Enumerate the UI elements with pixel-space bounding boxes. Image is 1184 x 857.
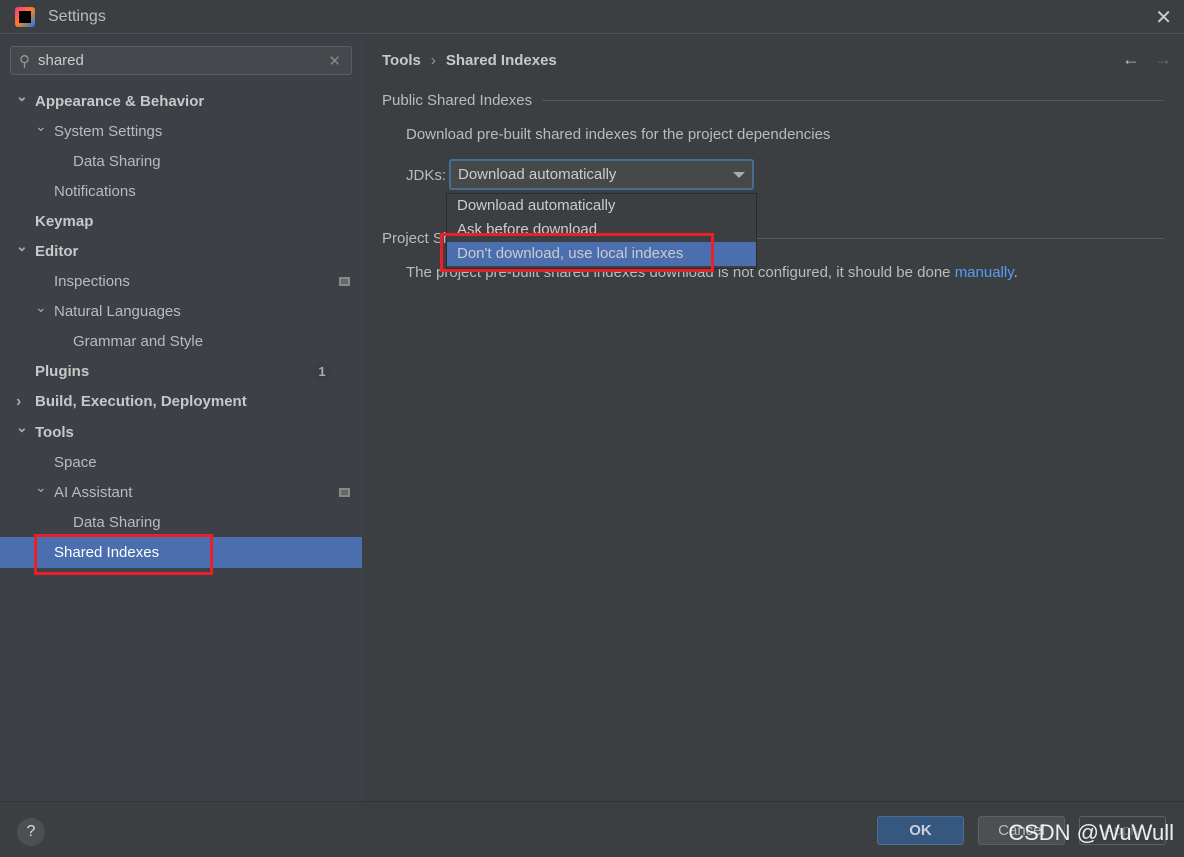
- title-bar: Settings ✕: [0, 0, 1184, 34]
- breadcrumb-shared-indexes: Shared Indexes: [445, 52, 557, 69]
- tree-item-label: Space: [54, 453, 97, 471]
- close-icon[interactable]: ✕: [1155, 5, 1172, 30]
- tree-item-label: AI Assistant: [54, 483, 133, 501]
- forward-arrow-icon[interactable]: →: [1154, 49, 1172, 69]
- project-level-icon: [339, 277, 350, 287]
- tree-item[interactable]: Grammar and Style: [0, 327, 362, 357]
- clear-icon[interactable]: ✕: [328, 52, 341, 70]
- chevron-down-icon[interactable]: ⌄: [16, 88, 28, 105]
- window-title: Settings: [48, 7, 106, 25]
- settings-sidebar: ⚲ shared ✕ ⌄ Appearance & Behavior ⌄ System…: [0, 35, 362, 801]
- tree-item[interactable]: Inspections: [0, 267, 362, 297]
- tree-item[interactable]: ⌄ Natural Languages: [0, 297, 362, 327]
- public-section-header: Public Shared Indexes: [382, 92, 1164, 109]
- chevron-down-icon[interactable]: ⌄: [16, 419, 28, 436]
- tree-item-label: Keymap: [35, 212, 94, 230]
- tree-item-label: Natural Languages: [54, 303, 181, 321]
- tree-item[interactable]: ⌄ Editor: [0, 236, 362, 266]
- tree-item-label: Tools: [35, 423, 74, 441]
- search-value[interactable]: shared: [38, 52, 84, 69]
- footer: ? OK Cancel Apply CSDN @WuWull: [0, 801, 1184, 857]
- tree-item-label: Grammar and Style: [73, 333, 204, 351]
- project-text-end: .: [1013, 264, 1018, 281]
- section-title: Public Shared Indexes: [382, 92, 533, 109]
- tree-item-label: Data Sharing: [73, 513, 161, 531]
- tree-item[interactable]: Notifications: [0, 176, 362, 206]
- tree-item-label: System Settings: [54, 122, 163, 140]
- tree-item[interactable]: Data Sharing: [0, 146, 362, 176]
- option-download-automatically[interactable]: Download automatically: [447, 194, 756, 218]
- jdks-dropdown[interactable]: Download automatically: [449, 159, 754, 190]
- intellij-logo-icon: [15, 6, 35, 27]
- breadcrumb-separator: ›: [430, 52, 436, 69]
- tree-item-label: Inspections: [54, 273, 130, 291]
- manually-link[interactable]: manually: [955, 264, 1014, 281]
- tree-item-label: Plugins: [35, 363, 90, 381]
- breadcrumb-tools[interactable]: Tools: [382, 52, 421, 69]
- jdks-label: JDKs:: [406, 167, 447, 184]
- watermark: CSDN @WuWull: [1008, 820, 1174, 845]
- search-icon: ⚲: [19, 52, 30, 70]
- ok-button[interactable]: OK: [877, 816, 964, 845]
- tree-item-label: Appearance & Behavior: [35, 92, 205, 110]
- chevron-down-icon[interactable]: ⌄: [35, 479, 47, 496]
- tree-item[interactable]: ⌄ Tools: [0, 417, 362, 447]
- chevron-down-icon[interactable]: ⌄: [16, 238, 28, 255]
- back-arrow-icon[interactable]: ←: [1122, 49, 1140, 69]
- tree-item[interactable]: ⌄ Appearance & Behavior: [0, 86, 362, 116]
- tree-item[interactable]: Space: [0, 447, 362, 477]
- tree-item[interactable]: Keymap: [0, 206, 362, 236]
- settings-tree: ⌄ Appearance & Behavior ⌄ System Settings Da…: [0, 86, 362, 568]
- tree-item[interactable]: › Build, Execution, Deployment: [0, 387, 362, 417]
- tree-item-label: Notifications: [54, 182, 136, 200]
- highlight-box: [440, 233, 714, 272]
- breadcrumb: Tools › Shared Indexes: [382, 52, 557, 69]
- search-input[interactable]: ⚲ shared ✕: [10, 46, 352, 75]
- chevron-down-icon[interactable]: ⌄: [35, 299, 47, 316]
- chevron-down-icon: [733, 172, 745, 178]
- update-count-badge: 1: [312, 361, 332, 382]
- tree-item[interactable]: Plugins 1: [0, 357, 362, 387]
- tree-item[interactable]: Data Sharing: [0, 507, 362, 537]
- tree-item[interactable]: ⌄ AI Assistant: [0, 477, 362, 507]
- chevron-right-icon[interactable]: ›: [16, 393, 21, 411]
- navigation: ← →: [1108, 49, 1172, 70]
- tree-item-label: Editor: [35, 243, 79, 261]
- help-button[interactable]: ?: [17, 818, 45, 846]
- chevron-down-icon[interactable]: ⌄: [35, 118, 47, 135]
- tree-item[interactable]: ⌄ System Settings: [0, 116, 362, 146]
- jdks-value: Download automatically: [458, 166, 617, 183]
- highlight-box: [34, 534, 213, 575]
- main-panel: Tools › Shared Indexes ← → Public Shared In…: [362, 35, 1184, 801]
- tree-item-label: Data Sharing: [73, 152, 161, 170]
- project-level-icon: [339, 487, 350, 497]
- tree-item-label: Build, Execution, Deployment: [35, 393, 247, 411]
- description: Download pre-built shared indexes for th…: [406, 126, 831, 143]
